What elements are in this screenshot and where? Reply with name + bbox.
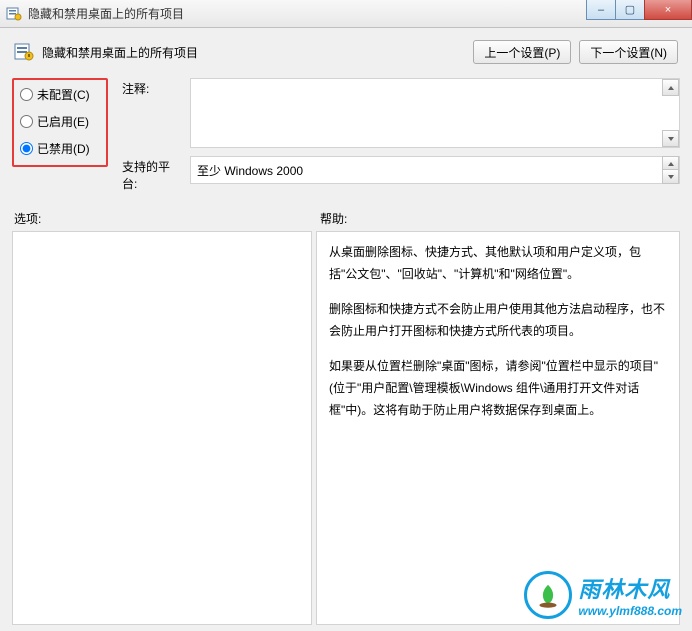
scroll-down-icon[interactable] bbox=[662, 130, 679, 147]
state-radio-group: 未配置(C) 已启用(E) 已禁用(D) bbox=[12, 78, 108, 167]
window-title: 隐藏和禁用桌面上的所有项目 bbox=[28, 5, 184, 22]
app-icon bbox=[6, 6, 22, 22]
close-button[interactable]: × bbox=[644, 0, 692, 20]
policy-title: 隐藏和禁用桌面上的所有项目 bbox=[42, 44, 198, 61]
supported-platform-box: 至少 Windows 2000 bbox=[190, 156, 680, 184]
options-label: 选项: bbox=[12, 210, 312, 227]
comment-textarea[interactable] bbox=[190, 78, 680, 148]
prev-setting-button[interactable]: 上一个设置(P) bbox=[473, 40, 571, 64]
help-label: 帮助: bbox=[312, 210, 680, 227]
next-setting-button[interactable]: 下一个设置(N) bbox=[579, 40, 678, 64]
options-panel bbox=[12, 231, 312, 625]
platform-label: 支持的平台: bbox=[122, 156, 184, 192]
scroll-up-icon[interactable] bbox=[662, 79, 679, 96]
help-text: 删除图标和快捷方式不会防止用户使用其他方法启动程序，也不会防止用户打开图标和快捷… bbox=[329, 299, 667, 342]
help-text: 如果要从位置栏删除"桌面"图标，请参阅"位置栏中显示的项目"(位于"用户配置\管… bbox=[329, 356, 667, 421]
minimize-button[interactable]: – bbox=[586, 0, 616, 20]
help-text: 从桌面删除图标、快捷方式、其他默认项和用户定义项，包括"公文包"、"回收站"、"… bbox=[329, 242, 667, 285]
maximize-button[interactable]: ▢ bbox=[615, 0, 645, 20]
help-panel: 从桌面删除图标、快捷方式、其他默认项和用户定义项，包括"公文包"、"回收站"、"… bbox=[316, 231, 680, 625]
comment-label: 注释: bbox=[122, 78, 184, 97]
radio-not-configured[interactable]: 未配置(C) bbox=[20, 86, 100, 103]
scroll-down-icon[interactable] bbox=[662, 169, 679, 184]
policy-icon bbox=[14, 42, 34, 62]
radio-disabled[interactable]: 已禁用(D) bbox=[20, 140, 100, 157]
radio-enabled[interactable]: 已启用(E) bbox=[20, 113, 100, 130]
